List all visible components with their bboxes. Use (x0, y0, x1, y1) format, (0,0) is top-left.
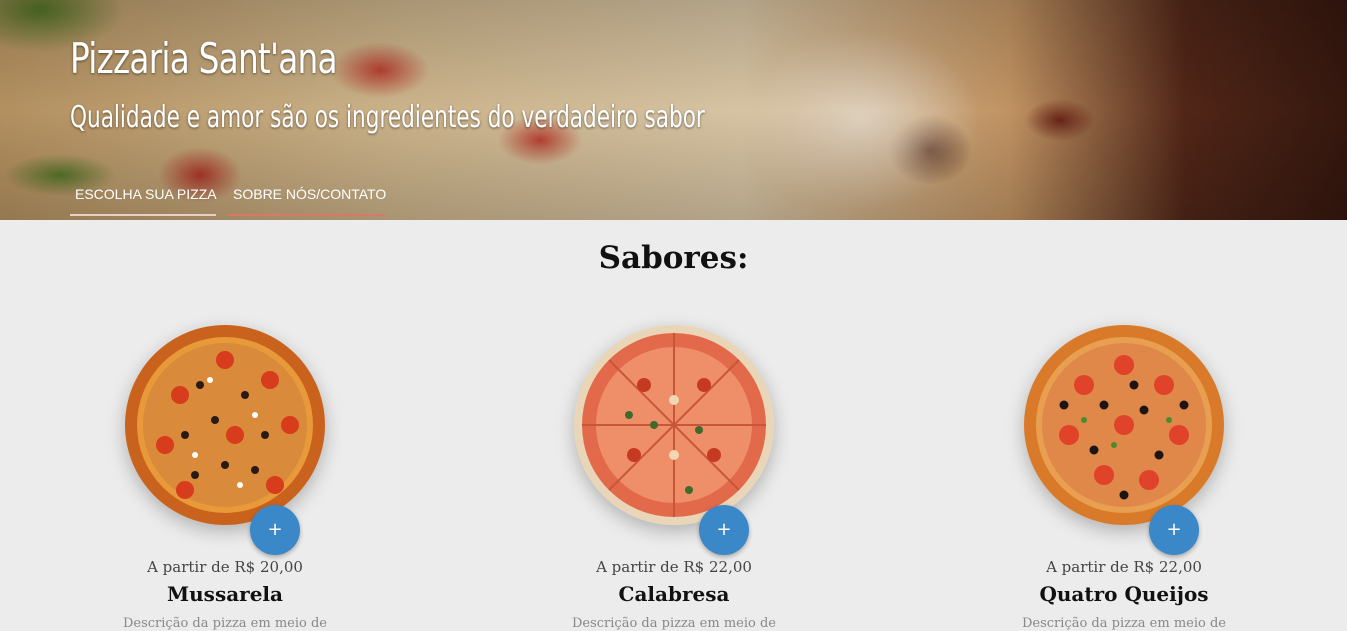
site-tagline: Qualidade e amor são os ingredientes do … (70, 100, 705, 135)
site-title: Pizzaria Sant'ana (70, 34, 338, 83)
pizza-price: A partir de R$ 22,00 (1046, 558, 1202, 576)
section-title: Sabores: (598, 240, 749, 276)
nav-link-sobre-nos-contato[interactable]: SOBRE NÓS/CONTATO (228, 184, 386, 216)
pizza-price: A partir de R$ 22,00 (596, 558, 752, 576)
pizza-mussarela-image: + (125, 325, 325, 555)
pizza-quatro-queijos-image: + (1024, 325, 1224, 555)
add-to-cart-button[interactable]: + (1149, 505, 1199, 555)
pizza-price: A partir de R$ 20,00 (147, 558, 303, 576)
hero-banner: Pizzaria Sant'ana Qualidade e amor são o… (0, 0, 1347, 220)
pizza-name: Mussarela (167, 582, 283, 606)
add-to-cart-button[interactable]: + (250, 505, 300, 555)
pizza-description: Descrição da pizza em meio de (122, 616, 327, 631)
pizza-description: Descrição da pizza em meio de (571, 616, 776, 631)
pizza-card-quatro-queijos: + A partir de R$ 22,00 Quatro Queijos De… (974, 325, 1274, 631)
nav-link-escolha-sua-pizza[interactable]: ESCOLHA SUA PIZZA (70, 184, 217, 216)
pizza-calabresa-image: + (574, 325, 774, 555)
pizza-card-mussarela: + A partir de R$ 20,00 Mussarela Descriç… (75, 325, 375, 631)
add-to-cart-button[interactable]: + (699, 505, 749, 555)
pizza-description: Descrição da pizza em meio de (1021, 616, 1226, 631)
pizza-card-calabresa: + A partir de R$ 22,00 Calabresa Descriç… (524, 325, 824, 631)
pizza-name: Quatro Queijos (1039, 582, 1209, 606)
pizza-name: Calabresa (618, 582, 730, 606)
